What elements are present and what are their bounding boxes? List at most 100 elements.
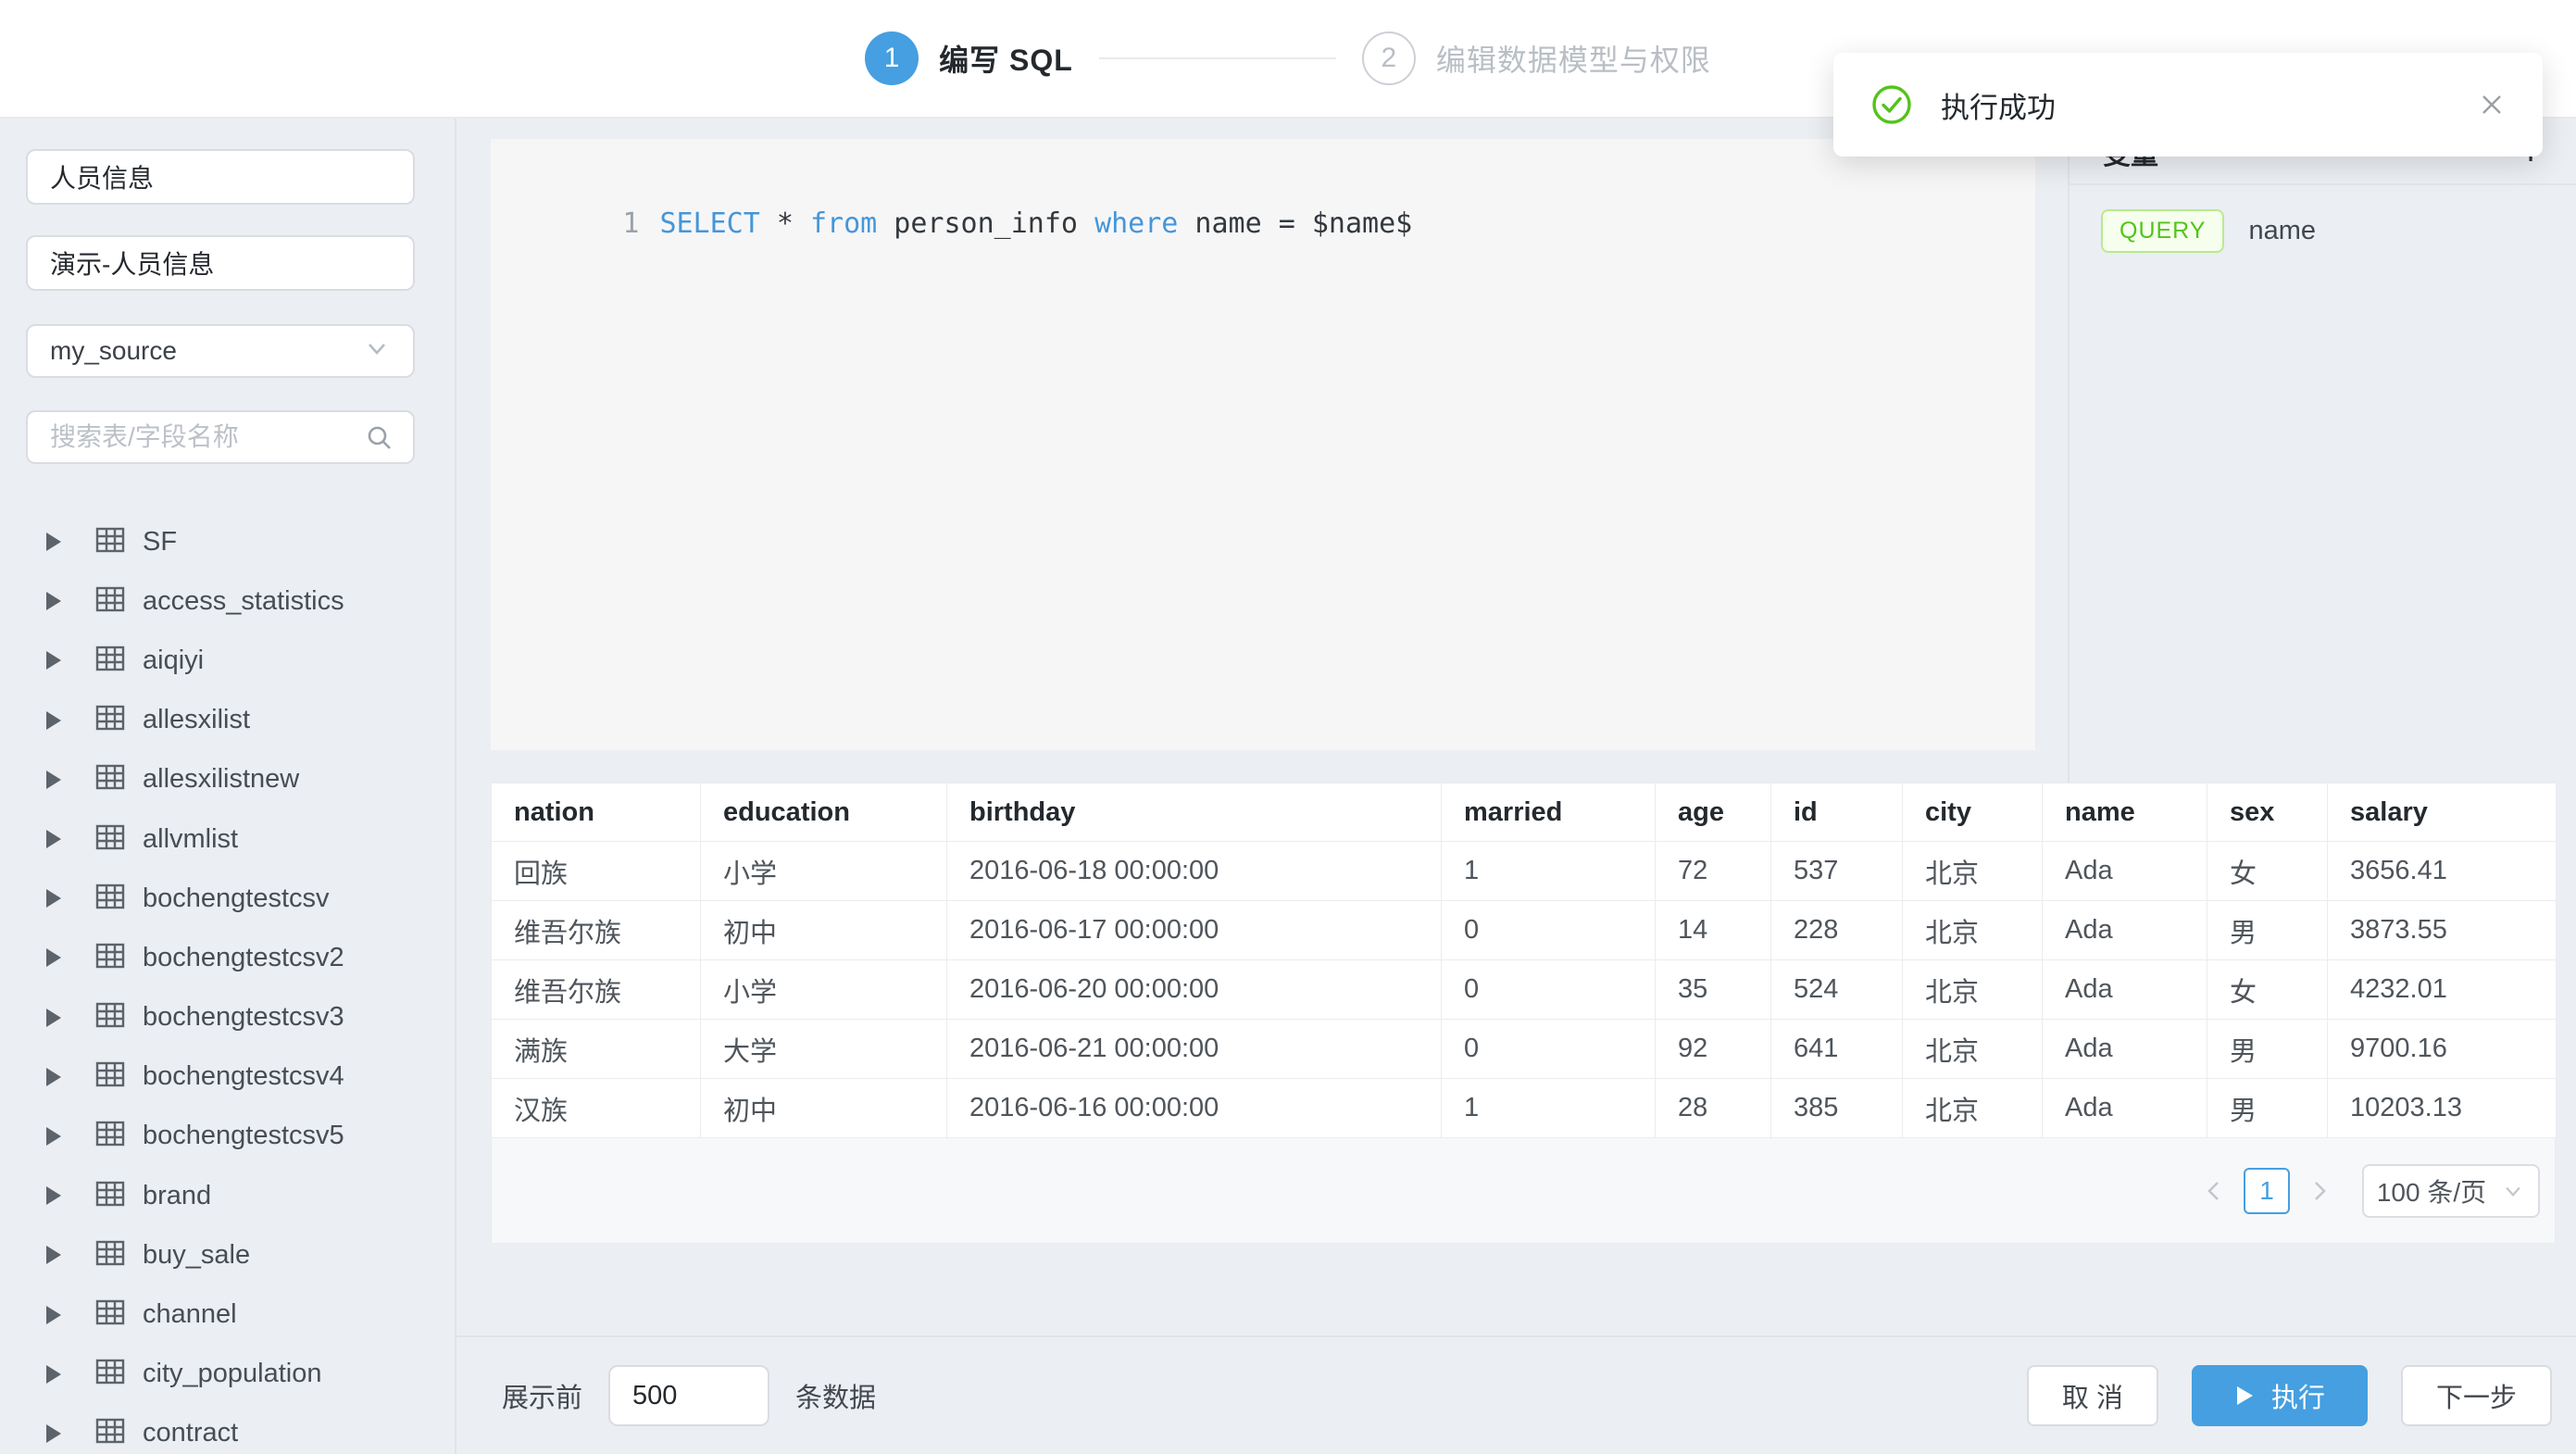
caret-right-icon[interactable]: [46, 889, 61, 908]
tree-item-allesxilist[interactable]: allesxilist: [0, 691, 456, 750]
caret-right-icon[interactable]: [46, 948, 61, 967]
tree-item-bochengtestcsv3[interactable]: bochengtestcsv3: [0, 988, 456, 1047]
table-icon: [94, 1297, 126, 1333]
model-display-name-input[interactable]: [26, 235, 415, 291]
sql-token-keyword: where: [1094, 207, 1178, 240]
cell-married: 1: [1442, 842, 1656, 901]
sql-token-keyword: SELECT: [659, 207, 759, 240]
tree-item-SF[interactable]: SF: [0, 512, 456, 571]
tree-item-allvmlist[interactable]: allvmlist: [0, 809, 456, 869]
tree-item-bochengtestcsv2[interactable]: bochengtestcsv2: [0, 928, 456, 987]
cell-id: 537: [1771, 842, 1903, 901]
table-tree: SFaccess_statisticsaiqiyi allesxilist alle…: [0, 512, 456, 1454]
step-2-edit-model[interactable]: 2 编辑数据模型与权限: [1362, 31, 1711, 85]
row-limit-input[interactable]: [608, 1365, 769, 1426]
caret-right-icon[interactable]: [46, 771, 61, 789]
tree-item-label: bochengtestcsv: [143, 884, 330, 914]
tree-item-label: allesxilist: [143, 705, 250, 735]
caret-right-icon[interactable]: [46, 830, 61, 848]
tree-item-access_statistics[interactable]: access_statistics: [0, 571, 456, 631]
caret-right-icon[interactable]: [46, 1246, 61, 1264]
cancel-button[interactable]: 取 消: [2027, 1365, 2158, 1426]
datasource-select[interactable]: my_source: [26, 324, 415, 378]
tree-item-bochengtestcsv4[interactable]: bochengtestcsv4: [0, 1047, 456, 1107]
cell-birthday: 2016-06-21 00:00:00: [947, 1020, 1442, 1079]
tree-item-contract[interactable]: contract: [0, 1404, 456, 1454]
close-icon[interactable]: [2478, 91, 2506, 119]
sidebar: my_source SFaccess_statisticsaiqiyi alles…: [0, 119, 456, 1454]
cell-sex: 女: [2207, 842, 2328, 901]
cell-sex: 女: [2207, 960, 2328, 1020]
cell-sex: 男: [2207, 1020, 2328, 1079]
caret-right-icon[interactable]: [46, 592, 61, 610]
table-row: 维吾尔族小学2016-06-20 00:00:00035524北京Ada女423…: [492, 960, 2557, 1020]
cell-nation: 维吾尔族: [492, 960, 701, 1020]
column-header-education: education: [701, 783, 947, 842]
next-step-button[interactable]: 下一步: [2401, 1365, 2552, 1426]
step-divider: [1099, 57, 1336, 59]
cell-name: Ada: [2043, 1079, 2207, 1138]
caret-right-icon[interactable]: [46, 1365, 61, 1384]
limit-prefix-label: 展示前: [502, 1376, 582, 1415]
prev-page-button[interactable]: [2192, 1169, 2236, 1213]
cell-sex: 男: [2207, 1079, 2328, 1138]
table-icon: [94, 821, 126, 858]
toast-message: 执行成功: [1941, 84, 2056, 126]
tree-item-label: allesxilistnew: [143, 764, 299, 795]
cell-age: 35: [1656, 960, 1771, 1020]
caret-right-icon[interactable]: [46, 1127, 61, 1146]
tree-item-label: brand: [143, 1181, 211, 1211]
column-header-salary: salary: [2328, 783, 2557, 842]
table-icon: [94, 524, 126, 560]
cell-birthday: 2016-06-20 00:00:00: [947, 960, 1442, 1020]
tree-item-aiqiyi[interactable]: aiqiyi: [0, 631, 456, 690]
cell-name: Ada: [2043, 1020, 2207, 1079]
tree-item-buy_sale[interactable]: buy_sale: [0, 1225, 456, 1285]
tree-item-bochengtestcsv[interactable]: bochengtestcsv: [0, 869, 456, 928]
tree-item-label: channel: [143, 1299, 237, 1330]
tree-item-city_population[interactable]: city_population: [0, 1345, 456, 1404]
step-2-label: 编辑数据模型与权限: [1436, 37, 1711, 80]
caret-right-icon[interactable]: [46, 711, 61, 730]
table-icon: [94, 1356, 126, 1392]
column-header-age: age: [1656, 783, 1771, 842]
caret-right-icon[interactable]: [46, 1306, 61, 1324]
step-1-write-sql[interactable]: 1 编写 SQL: [865, 31, 1073, 85]
page-number-1[interactable]: 1: [2244, 1168, 2290, 1214]
cell-birthday: 2016-06-17 00:00:00: [947, 901, 1442, 960]
variables-list: QUERY name: [2070, 209, 2576, 253]
tree-item-allesxilistnew[interactable]: allesxilistnew: [0, 750, 456, 809]
sql-token-plain: name = $name$: [1178, 207, 1412, 240]
cell-married: 0: [1442, 960, 1656, 1020]
tree-item-brand[interactable]: brand: [0, 1166, 456, 1225]
cell-nation: 维吾尔族: [492, 901, 701, 960]
cell-nation: 回族: [492, 842, 701, 901]
model-name-input[interactable]: [26, 149, 415, 205]
cell-education: 小学: [701, 842, 947, 901]
variable-row: QUERY name: [2101, 209, 2576, 253]
page-size-select[interactable]: 100 条/页: [2362, 1164, 2540, 1218]
table-icon: [94, 761, 126, 797]
table-footer: 1 100 条/页: [491, 1138, 2556, 1244]
caret-right-icon[interactable]: [46, 1186, 61, 1205]
caret-right-icon[interactable]: [46, 1424, 61, 1443]
datasource-select-value: my_source: [50, 336, 177, 366]
execute-button[interactable]: 执行: [2192, 1365, 2368, 1426]
caret-right-icon[interactable]: [46, 1068, 61, 1086]
tree-item-bochengtestcsv5[interactable]: bochengtestcsv5: [0, 1107, 456, 1166]
search-input[interactable]: [26, 410, 415, 464]
table-icon: [94, 1118, 126, 1154]
caret-right-icon[interactable]: [46, 651, 61, 670]
tree-item-channel[interactable]: channel: [0, 1285, 456, 1344]
table-row: 回族小学2016-06-18 00:00:00172537北京Ada女3656.…: [492, 842, 2557, 901]
limit-suffix-label: 条数据: [795, 1376, 876, 1415]
cell-city: 北京: [1903, 1020, 2043, 1079]
success-toast: 执行成功: [1833, 53, 2543, 157]
caret-right-icon[interactable]: [46, 1009, 61, 1027]
variable-name: name: [2248, 216, 2316, 246]
variable-type-badge: QUERY: [2101, 209, 2224, 253]
sql-editor[interactable]: 1SELECT * from person_info where name = …: [491, 139, 2035, 750]
caret-right-icon[interactable]: [46, 533, 61, 551]
sql-model-wizard: 1 编写 SQL 2 编辑数据模型与权限 my_source SFaccess_: [0, 0, 2576, 1454]
next-page-button[interactable]: [2297, 1169, 2342, 1213]
